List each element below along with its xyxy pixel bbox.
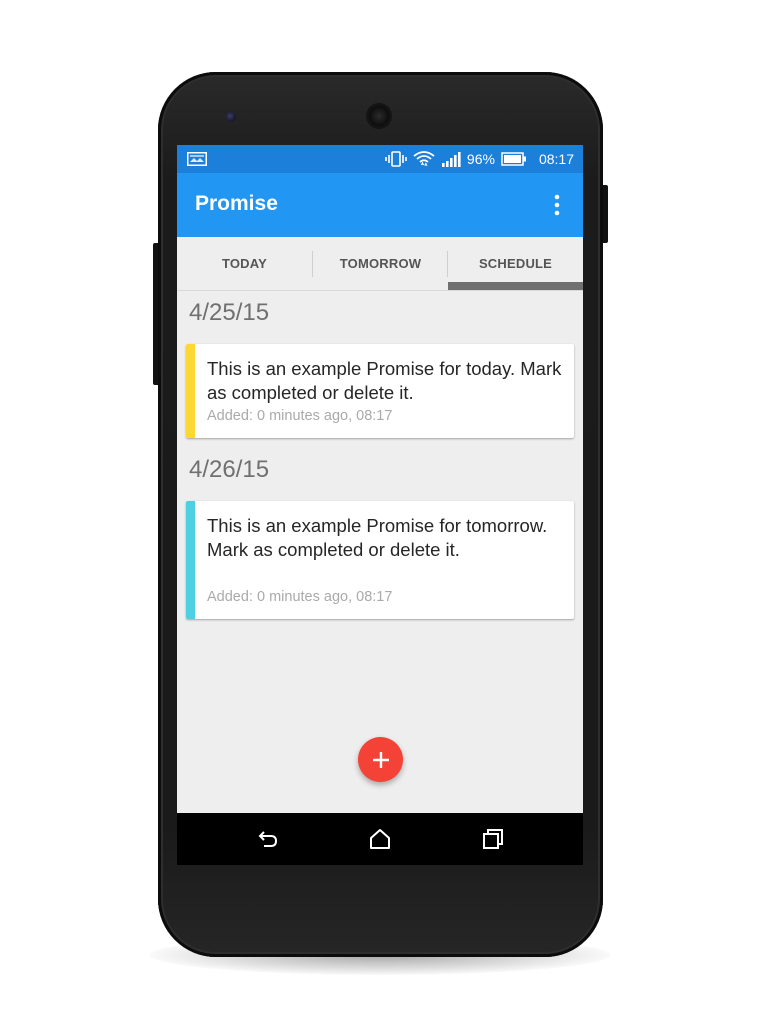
promise-card[interactable]: This is an example Promise for today. Ma… — [186, 344, 574, 438]
promise-text: This is an example Promise for tomorrow.… — [207, 515, 548, 560]
navigation-bar — [177, 813, 583, 865]
status-time: 08:17 — [538, 151, 574, 167]
more-vert-icon[interactable] — [545, 191, 569, 219]
app-bar: Promise — [177, 173, 583, 237]
status-bar: 96% 08:17 — [177, 145, 583, 173]
plus-icon — [372, 751, 389, 768]
earpiece-speaker — [368, 105, 390, 127]
vibrate-icon — [385, 151, 407, 167]
promise-meta: Added: 0 minutes ago, 08:17 — [207, 408, 393, 424]
date-header: 4/26/15 — [189, 456, 270, 483]
battery-icon — [501, 152, 526, 166]
tab-bar: TODAY TOMORROW SCHEDULE — [177, 237, 583, 291]
priority-strip — [186, 344, 195, 438]
app-screen: 96% 08:17 Promise TODAY TOMORROW SCHEDUL… — [177, 145, 583, 865]
date-header: 4/25/15 — [189, 299, 270, 326]
promise-meta: Added: 0 minutes ago, 08:17 — [207, 589, 393, 605]
selected-tab-indicator — [448, 282, 583, 290]
schedule-list: 4/25/15 This is an example Promise for t… — [177, 291, 583, 813]
tab-tomorrow[interactable]: TOMORROW — [313, 237, 448, 290]
wifi-icon — [413, 151, 435, 166]
promise-card[interactable]: This is an example Promise for tomorrow.… — [186, 501, 574, 619]
back-icon[interactable] — [256, 827, 280, 851]
promise-text: This is an example Promise for today. Ma… — [207, 358, 562, 403]
device-mockup: 96% 08:17 Promise TODAY TOMORROW SCHEDUL… — [0, 0, 768, 1024]
add-promise-button[interactable] — [358, 737, 403, 782]
front-camera — [226, 112, 236, 122]
photo-notification-icon — [187, 152, 207, 166]
recents-icon[interactable] — [481, 827, 505, 851]
signal-icon — [441, 152, 461, 167]
priority-strip — [186, 501, 195, 619]
tab-today[interactable]: TODAY — [177, 237, 312, 290]
home-icon[interactable] — [368, 827, 392, 851]
battery-percent: 96% — [466, 151, 495, 167]
app-title: Promise — [195, 192, 278, 215]
